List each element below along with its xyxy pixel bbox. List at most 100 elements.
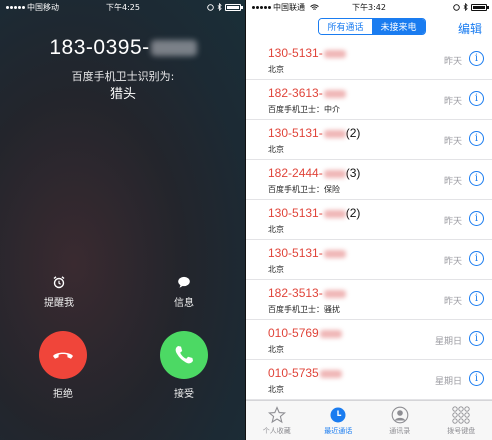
caller-location: 北京 (268, 145, 284, 154)
info-button[interactable]: i (469, 211, 484, 226)
caller-number-text: 130-5131- (268, 206, 323, 220)
redacted-digits (319, 329, 342, 338)
caller-location: 北京 (268, 265, 284, 274)
info-button[interactable]: i (469, 331, 484, 346)
caller-number: 010-5735 (268, 366, 342, 380)
tab-star[interactable]: 个人收藏 (246, 401, 308, 440)
list-item[interactable]: 010-5769 北京 星期日 i (246, 320, 492, 360)
list-item[interactable]: 130-5131- 北京 昨天 i (246, 240, 492, 280)
status-right (207, 3, 243, 11)
caller-location: 百度手机卫士：骚扰 (268, 305, 340, 314)
alarm-clock-icon (53, 276, 65, 289)
list-item[interactable]: 182-2444- (3) 百度手机卫士：保险 昨天 i (246, 160, 492, 200)
caller-number-text: 182-3613- (268, 86, 323, 100)
message-label: 信息 (174, 298, 194, 309)
segment-missed-calls[interactable]: 未接来电 (372, 19, 425, 34)
call-date: 昨天 (443, 137, 462, 147)
redacted-digits (323, 169, 346, 178)
call-date: 昨天 (443, 257, 462, 267)
tab-label: 最近通话 (324, 427, 353, 435)
remind-me-label: 提醒我 (44, 298, 74, 309)
message-button[interactable]: 信息 (154, 275, 214, 309)
caller-number: 130-5131- (268, 46, 346, 60)
info-button[interactable]: i (469, 291, 484, 306)
caller-number: 130-5131- (2) (268, 126, 360, 140)
caller-number-text: 010-5735 (268, 366, 319, 380)
info-icon: i (474, 213, 479, 224)
message-bubble-icon (178, 276, 190, 288)
remind-me-button[interactable]: 提醒我 (29, 275, 89, 309)
recents-list: 130-5131- 北京 昨天 i 182-3613- 百度手机卫士：中介 昨天 i 130-5… (246, 40, 492, 400)
list-item[interactable]: 130-5131- 北京 昨天 i (246, 40, 492, 80)
caller-location: 百度手机卫士：中介 (268, 105, 340, 114)
alarm-status-icon (207, 3, 214, 11)
redacted-digits (323, 209, 346, 218)
edit-button[interactable]: 编辑 (458, 20, 482, 37)
star-icon (267, 406, 286, 424)
list-item[interactable]: 130-5131- (2) 北京 昨天 i (246, 200, 492, 240)
status-bar: 中国联通 下午3:42 (246, 0, 492, 14)
redacted-digits (323, 289, 346, 298)
info-button[interactable]: i (469, 371, 484, 386)
call-date: 昨天 (443, 57, 462, 67)
info-button[interactable]: i (469, 251, 484, 266)
caller-number-text: 183-0395- (49, 36, 150, 59)
caller-number-text: 182-2444- (268, 166, 323, 180)
call-filter-segmented-control: 所有通话 未接来电 (318, 18, 426, 35)
call-count: (3) (345, 166, 361, 180)
phone-handset-icon (175, 346, 193, 364)
info-button[interactable]: i (469, 131, 484, 146)
accept-button[interactable] (160, 331, 208, 379)
info-button[interactable]: i (469, 91, 484, 106)
tab-person[interactable]: 通讯录 (369, 401, 431, 440)
caller-number-text: 182-3513- (268, 286, 323, 300)
keypad-icon (452, 406, 470, 424)
tab-label: 拨号键盘 (447, 427, 476, 435)
redacted-digits (323, 89, 346, 98)
info-icon: i (474, 173, 479, 184)
tab-clock[interactable]: 最近通话 (308, 401, 370, 440)
call-date: 昨天 (443, 97, 462, 107)
battery-icon (225, 3, 243, 11)
caller-location: 北京 (268, 65, 284, 74)
list-item[interactable]: 182-3513- 百度手机卫士：骚扰 昨天 i (246, 280, 492, 320)
tab-label: 通讯录 (389, 427, 411, 435)
info-button[interactable]: i (469, 51, 484, 66)
caller-number: 010-5769 (268, 326, 342, 340)
caller-number-text: 130-5131- (268, 126, 323, 140)
accept-label: 接受 (174, 389, 194, 400)
info-button[interactable]: i (469, 171, 484, 186)
call-count: (2) (345, 126, 361, 140)
info-icon: i (474, 373, 479, 384)
info-icon: i (474, 253, 479, 264)
status-bar: 中国移动 下午4:25 (0, 0, 246, 14)
redacted-digits (323, 249, 346, 258)
list-item[interactable]: 130-5131- (2) 北京 昨天 i (246, 120, 492, 160)
recents-screen: 中国联通 下午3:42 所有通话 未接来电 编辑 130-5131- 北京 昨天 i 1… (246, 0, 492, 440)
caller-number-text: 130-5131- (268, 46, 323, 60)
decline-button[interactable] (39, 331, 87, 379)
caller-number: 182-3513- (268, 286, 346, 300)
nav-bar: 所有通话 未接来电 编辑 (246, 14, 492, 40)
incoming-call-screen: 中国移动 下午4:25 183-0395- 百度手机卫士识别为: 猎头 提醒我 (0, 0, 246, 440)
redacted-digits (323, 49, 346, 58)
clock-icon (330, 407, 346, 423)
redacted-digits (323, 129, 346, 138)
caller-number: 130-5131- (2) (268, 206, 360, 220)
caller-location: 北京 (268, 385, 284, 394)
list-item[interactable]: 010-5735 北京 星期日 i (246, 360, 492, 400)
tab-keypad[interactable]: 拨号键盘 (431, 401, 492, 440)
info-icon: i (474, 333, 479, 344)
info-icon: i (474, 93, 479, 104)
call-date: 昨天 (443, 297, 462, 307)
caller-number: 130-5131- (268, 246, 346, 260)
tab-label: 个人收藏 (262, 427, 291, 435)
bluetooth-icon (463, 3, 468, 11)
battery-icon (471, 3, 489, 11)
segment-all-calls[interactable]: 所有通话 (319, 19, 372, 34)
caller-tag: 猎头 (109, 87, 136, 102)
info-icon: i (474, 53, 479, 64)
call-date: 星期日 (434, 337, 462, 347)
person-icon (391, 406, 409, 424)
list-item[interactable]: 182-3613- 百度手机卫士：中介 昨天 i (246, 80, 492, 120)
